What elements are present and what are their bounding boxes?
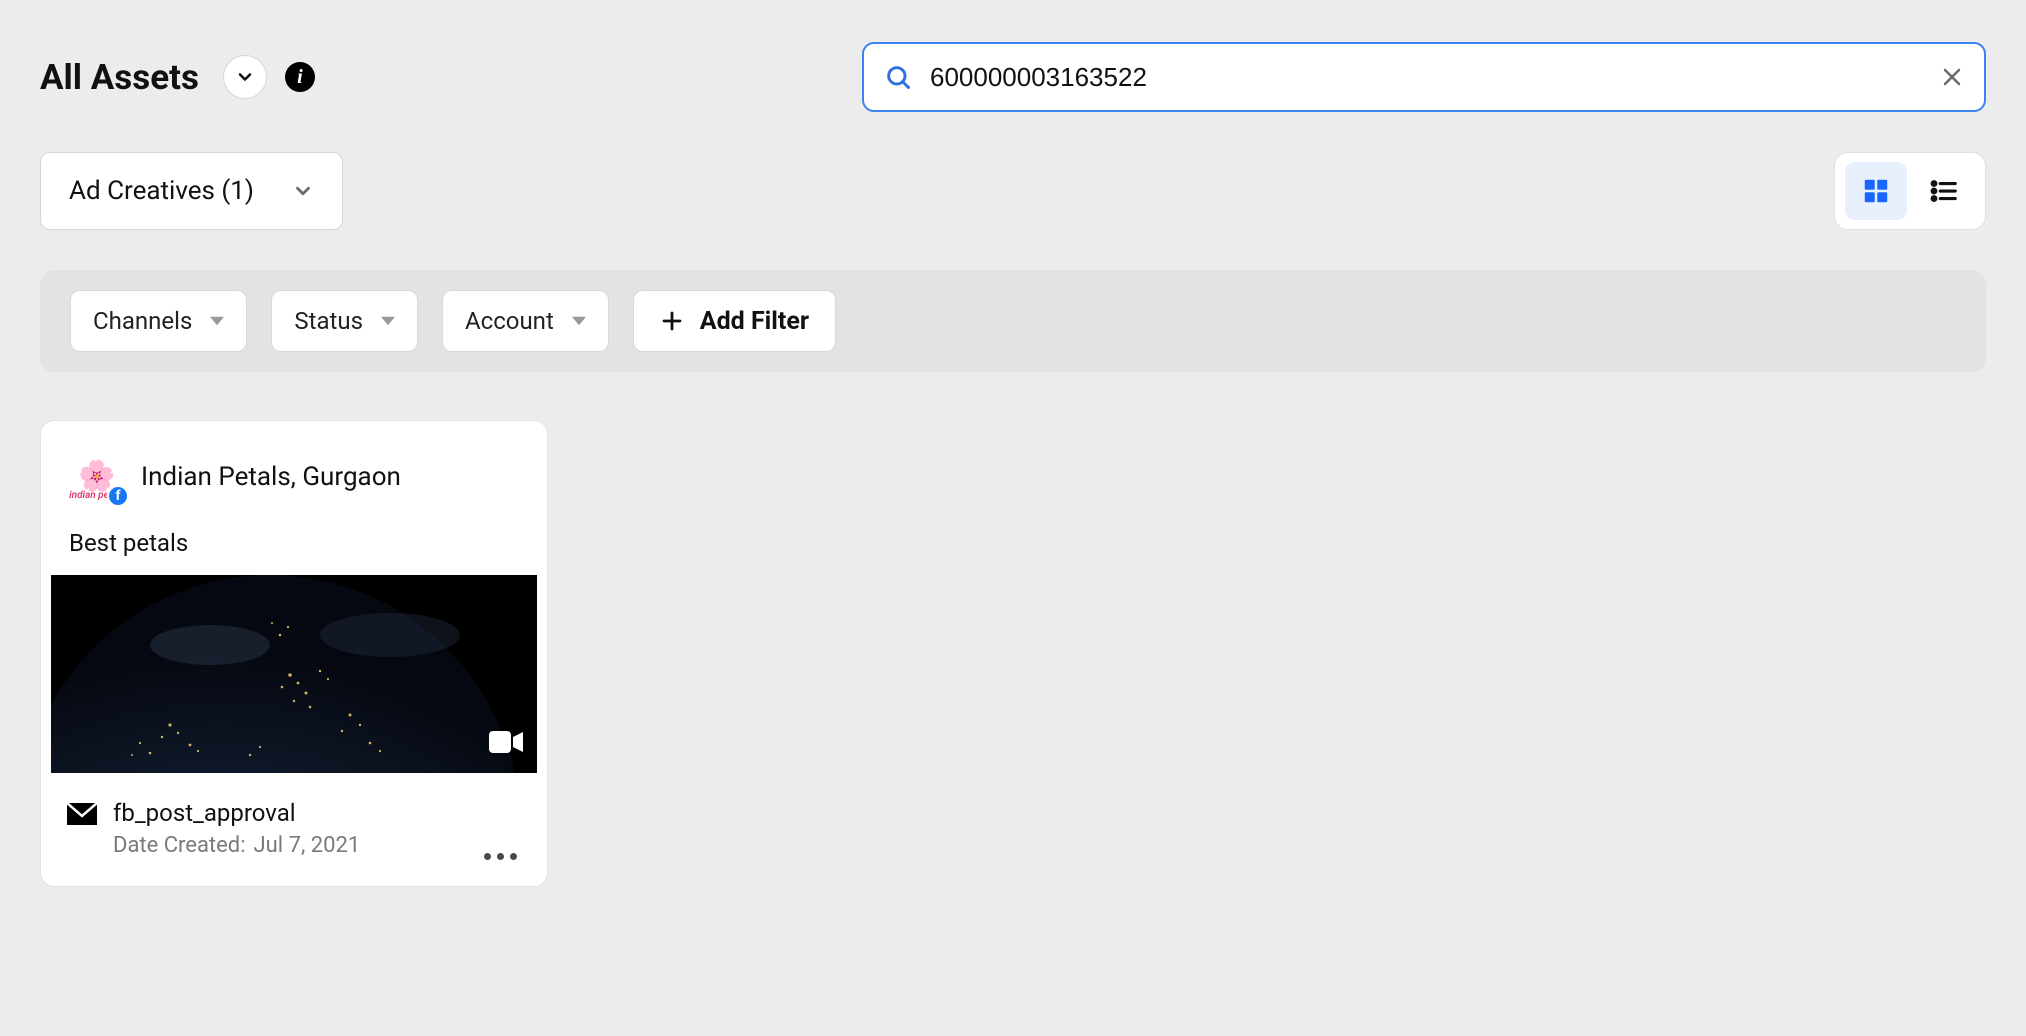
date-line: Date Created: Jul 7, 2021 (113, 833, 360, 858)
info-icon: i (297, 66, 303, 89)
header-row: All Assets i (0, 0, 2026, 112)
search-wrap (862, 42, 1986, 112)
chevron-down-icon (292, 180, 314, 202)
triangle-down-icon (381, 314, 395, 328)
search-box (862, 42, 1986, 112)
list-icon (1929, 176, 1959, 206)
video-icon (489, 729, 523, 759)
filter-chip-account[interactable]: Account (442, 290, 609, 352)
more-options-button[interactable] (484, 853, 517, 860)
plus-icon (660, 309, 684, 333)
dot-icon (510, 853, 517, 860)
add-filter-button[interactable]: Add Filter (633, 290, 836, 352)
filter-chip-channels[interactable]: Channels (70, 290, 247, 352)
dot-icon (484, 853, 491, 860)
facebook-badge-icon: f (107, 485, 129, 507)
card-footer: fb_post_approval Date Created: Jul 7, 20… (41, 773, 547, 886)
asset-name: fb_post_approval (113, 799, 360, 827)
search-icon (884, 63, 912, 91)
asset-grid: 🌸 indian petals f Indian Petals, Gurgaon… (0, 372, 2026, 935)
filter-bar: Channels Status Account Add Filter (40, 270, 1986, 372)
triangle-down-icon (572, 314, 586, 328)
asset-card[interactable]: 🌸 indian petals f Indian Petals, Gurgaon… (40, 420, 548, 887)
dot-icon (497, 853, 504, 860)
search-input[interactable] (930, 62, 1922, 93)
title-group: All Assets i (40, 55, 315, 99)
asset-type-dropdown[interactable]: Ad Creatives (1) (40, 152, 343, 230)
card-caption: Best petals (41, 507, 547, 575)
close-icon (1940, 65, 1964, 89)
filter-chip-status[interactable]: Status (271, 290, 418, 352)
view-toggle (1834, 152, 1986, 230)
earth-night-thumbnail (51, 575, 537, 773)
filter-chip-label: Channels (93, 307, 192, 335)
card-media (51, 575, 537, 773)
filter-chip-label: Account (465, 307, 554, 335)
grid-view-button[interactable] (1845, 162, 1907, 220)
title-dropdown-button[interactable] (223, 55, 267, 99)
chevron-down-icon (235, 67, 255, 87)
card-footer-text: fb_post_approval Date Created: Jul 7, 20… (113, 799, 360, 858)
filter-chip-label: Status (294, 307, 363, 335)
triangle-down-icon (210, 314, 224, 328)
card-header: 🌸 indian petals f Indian Petals, Gurgaon (41, 421, 547, 507)
date-value: Jul 7, 2021 (254, 833, 361, 858)
page-title: All Assets (40, 57, 199, 98)
add-filter-label: Add Filter (700, 307, 809, 336)
info-button[interactable]: i (285, 62, 315, 92)
date-label: Date Created: (113, 833, 246, 858)
clear-search-button[interactable] (1940, 65, 1964, 89)
brand-name: Indian Petals, Gurgaon (141, 462, 401, 492)
grid-icon (1861, 176, 1891, 206)
brand-logo: 🌸 indian petals f (67, 447, 127, 507)
mail-icon (67, 803, 97, 829)
list-view-button[interactable] (1913, 162, 1975, 220)
asset-type-label: Ad Creatives (1) (69, 176, 254, 206)
controls-row: Ad Creatives (1) (0, 112, 2026, 230)
